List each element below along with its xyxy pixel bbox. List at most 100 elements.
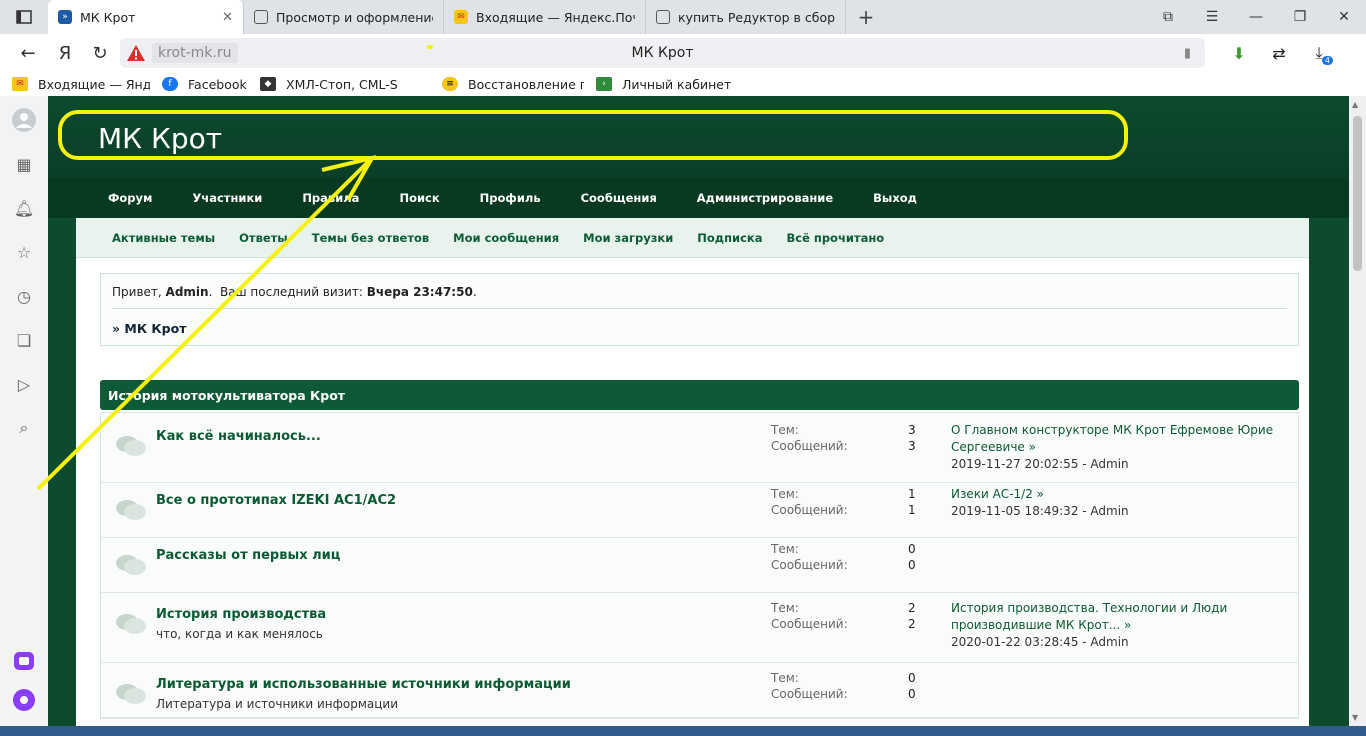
xml-icon: ◆ bbox=[260, 77, 276, 91]
bookmark-icon[interactable]: ▮ bbox=[1184, 46, 1191, 61]
topics-label: Тем: bbox=[771, 542, 799, 556]
favorites-star-icon[interactable]: ☆ bbox=[12, 240, 36, 264]
tab-2[interactable]: ✉ Входящие — Яндекс.Почта bbox=[444, 0, 646, 34]
restore-icon[interactable]: ❐ bbox=[1278, 9, 1322, 25]
last-post-link[interactable]: История производства. Технологии и Люди … bbox=[951, 600, 1291, 634]
bookmark-item[interactable]: › Личный кабинет bbox=[596, 77, 736, 92]
nav-forum[interactable]: Форум bbox=[108, 191, 152, 205]
nav-members[interactable]: Участники bbox=[192, 191, 262, 205]
forum-bubble-icon bbox=[116, 436, 146, 456]
forum-bubble-icon bbox=[116, 614, 146, 634]
username[interactable]: Admin bbox=[166, 285, 209, 299]
forum-list: Как всё начиналось... Тем: 3 Сообщений: 3 О Г… bbox=[100, 412, 1299, 719]
subnav-replies[interactable]: Ответы bbox=[239, 231, 288, 245]
menu-icon[interactable]: ☰ bbox=[1190, 9, 1234, 25]
welcome-line: Привет, Admin. Ваш последний визит: Вчер… bbox=[112, 285, 477, 299]
forum-row: История производства что, когда и как мен… bbox=[101, 593, 1298, 663]
forum-bubble-icon bbox=[116, 684, 146, 704]
tab-manager-icon[interactable]: ⧉ bbox=[1146, 9, 1190, 25]
topics-count: 0 bbox=[908, 542, 916, 556]
forum-row: Все о прототипах IZEKI AC1/AC2 Тем: 1 Сообщ… bbox=[101, 483, 1298, 538]
url-box[interactable]: krot-mk.ru МК Крот ▮ bbox=[120, 38, 1205, 68]
reload-button[interactable]: ↻ bbox=[82, 43, 118, 64]
bookmark-item[interactable]: ≡ Восстановление п bbox=[442, 77, 584, 92]
alice-icon[interactable] bbox=[12, 688, 36, 712]
bookmark-item[interactable]: f Facebook bbox=[162, 77, 248, 92]
tabs-menu-icon[interactable] bbox=[0, 0, 48, 34]
tab-3[interactable]: купить Редуктор в сборе V bbox=[646, 0, 846, 34]
nav-profile[interactable]: Профиль bbox=[480, 191, 541, 205]
site-title[interactable]: МК Крот bbox=[98, 122, 222, 155]
posts-label: Сообщений: bbox=[771, 439, 848, 453]
scroll-down-icon[interactable]: ▼ bbox=[1352, 713, 1358, 722]
forum-title[interactable]: Все о прототипах IZEKI AC1/AC2 bbox=[156, 493, 396, 508]
nav-search[interactable]: Поиск bbox=[399, 191, 439, 205]
page-title: МК Крот bbox=[631, 45, 694, 61]
forum-favicon-icon: » bbox=[58, 10, 72, 24]
close-window-icon[interactable]: ✕ bbox=[1322, 9, 1366, 25]
collections-icon[interactable]: ❏ bbox=[12, 328, 36, 352]
close-tab-icon[interactable]: ✕ bbox=[222, 10, 233, 25]
url-text[interactable]: krot-mk.ru bbox=[152, 43, 238, 63]
forum-description: Литература и источники информации bbox=[156, 697, 399, 711]
breadcrumb[interactable]: » МК Крот bbox=[112, 321, 186, 336]
last-post-link[interactable]: Изеки АС-1/2 » bbox=[951, 486, 1291, 503]
posts-label: Сообщений: bbox=[771, 503, 848, 517]
scroll-thumb[interactable] bbox=[1353, 116, 1362, 271]
subnav-my-posts[interactable]: Мои сообщения bbox=[453, 231, 559, 245]
tab-1[interactable]: Просмотр и оформление з bbox=[244, 0, 444, 34]
download-extension-icon[interactable]: ⬇ bbox=[1219, 44, 1259, 63]
yandex-mail-icon: ✉ bbox=[454, 10, 468, 24]
tab-0[interactable]: » МК Крот ✕ bbox=[48, 0, 244, 34]
forum-description: что, когда и как менялось bbox=[156, 627, 323, 641]
warning-icon[interactable] bbox=[126, 44, 146, 62]
subnav-subscription[interactable]: Подписка bbox=[697, 231, 762, 245]
profile-icon[interactable] bbox=[12, 108, 36, 132]
posts-count: 3 bbox=[908, 439, 916, 453]
subnav-unanswered[interactable]: Темы без ответов bbox=[312, 231, 429, 245]
video-play-icon[interactable]: ▷ bbox=[12, 372, 36, 396]
topics-label: Тем: bbox=[771, 423, 799, 437]
last-visit: Вчера 23:47:50 bbox=[366, 285, 473, 299]
downloads-icon[interactable]: ⤓ 4 bbox=[1299, 43, 1339, 65]
posts-label: Сообщений: bbox=[771, 617, 848, 631]
forum-title[interactable]: Рассказы от первых лиц bbox=[156, 548, 340, 563]
content-area: Активные темы Ответы Темы без ответов Мо… bbox=[76, 218, 1309, 726]
nav-rules[interactable]: Правила bbox=[302, 191, 359, 205]
notifications-icon[interactable]: 🔔︎ bbox=[12, 196, 36, 220]
yandex-logo[interactable]: Я bbox=[48, 43, 82, 64]
minimize-icon[interactable]: — bbox=[1234, 9, 1278, 25]
beeline-icon: ≡ bbox=[442, 77, 458, 91]
forum-title[interactable]: Литература и использованные источники ин… bbox=[156, 677, 571, 692]
new-tab-button[interactable]: + bbox=[846, 5, 886, 29]
forum-title[interactable]: История производства bbox=[156, 607, 326, 622]
scrollbar[interactable]: ▲ ▼ bbox=[1349, 96, 1366, 726]
address-bar: ← Я ↻ krot-mk.ru МК Крот ▮ ⬇ ⇄ ⤓ 4 bbox=[0, 34, 1366, 72]
nav-admin[interactable]: Администрирование bbox=[697, 191, 833, 205]
messenger-icon[interactable] bbox=[12, 648, 36, 672]
bookmark-item[interactable]: ◆ ХМЛ-Стоп, CML-S bbox=[260, 77, 430, 92]
translate-icon[interactable]: ⇄ bbox=[1259, 44, 1299, 63]
history-clock-icon[interactable]: ◷ bbox=[12, 284, 36, 308]
forum-page: МК Крот Форум Участники Правила Поиск Пр… bbox=[48, 96, 1349, 726]
subnav-active-topics[interactable]: Активные темы bbox=[112, 231, 215, 245]
bookmarks-bar: ✉ Входящие — Янде f Facebook ◆ ХМЛ-Стоп, CM… bbox=[0, 72, 1366, 96]
last-post: О Главном конструкторе МК Крот Ефремове … bbox=[951, 422, 1291, 473]
apps-grid-icon[interactable]: ▦ bbox=[12, 152, 36, 176]
subnav-mark-read[interactable]: Всё прочитано bbox=[786, 231, 884, 245]
search-doc-icon[interactable]: ⌕ bbox=[12, 416, 36, 440]
scroll-up-icon[interactable]: ▲ bbox=[1352, 100, 1358, 109]
last-post: Изеки АС-1/2 » 2019-11-05 18:49:32 - Admi… bbox=[951, 486, 1291, 520]
forum-bubble-icon bbox=[116, 555, 146, 575]
forum-title[interactable]: Как всё начиналось... bbox=[156, 429, 321, 444]
subnav-my-uploads[interactable]: Мои загрузки bbox=[583, 231, 673, 245]
category-header[interactable]: История мотокультиватора Крот bbox=[100, 380, 1299, 410]
back-button[interactable]: ← bbox=[8, 43, 48, 64]
topics-label: Тем: bbox=[771, 601, 799, 615]
last-post-link[interactable]: О Главном конструкторе МК Крот Ефремове … bbox=[951, 422, 1291, 456]
nav-messages[interactable]: Сообщения bbox=[581, 191, 657, 205]
nav-logout[interactable]: Выход bbox=[873, 191, 917, 205]
bookmark-item[interactable]: ✉ Входящие — Янде bbox=[12, 77, 150, 92]
taskbar bbox=[0, 726, 1366, 736]
topics-label: Тем: bbox=[771, 487, 799, 501]
